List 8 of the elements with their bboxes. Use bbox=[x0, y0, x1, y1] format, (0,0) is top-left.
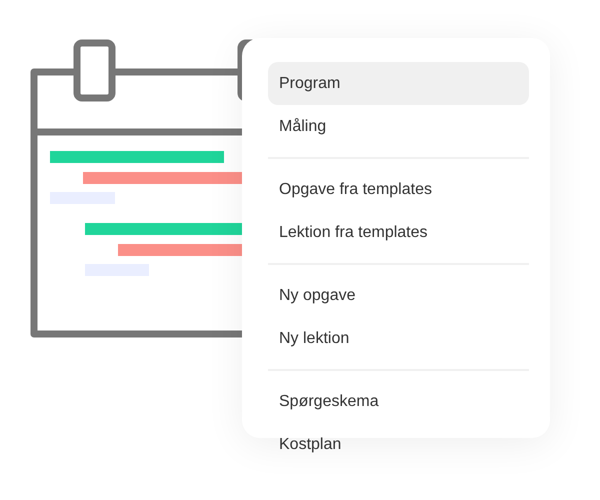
menu-item[interactable]: Spørgeskema bbox=[268, 380, 529, 423]
menu-item[interactable]: Lektion fra templates bbox=[268, 211, 529, 254]
menu-item[interactable]: Opgave fra templates bbox=[268, 168, 529, 211]
menu-item[interactable]: Ny lektion bbox=[268, 317, 529, 360]
menu-item[interactable]: Kostplan bbox=[268, 423, 529, 466]
menu-item[interactable]: Program bbox=[268, 62, 529, 105]
menu-item[interactable]: Måling bbox=[268, 105, 529, 148]
menu-item[interactable]: Ny opgave bbox=[268, 274, 529, 317]
